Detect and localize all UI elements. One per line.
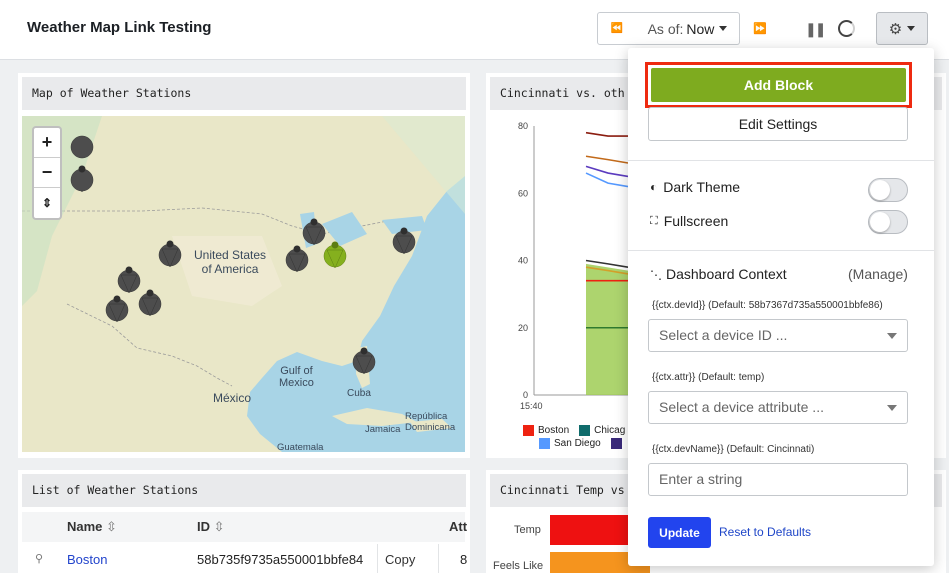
caret-down-icon xyxy=(907,26,916,31)
device-id-label: {{ctx.devId}} (Default: 58b7367d735a5500… xyxy=(652,300,883,311)
dark-theme-row: ◐ Dark Theme xyxy=(650,179,740,195)
y-tick-label: 20 xyxy=(518,323,528,333)
contrast-icon: ◐ xyxy=(650,180,658,194)
station-att: 8 xyxy=(460,552,468,567)
table-header: Name ⇳ ID ⇳ Att xyxy=(22,512,467,542)
rewind-icon: ⏪ xyxy=(610,23,624,34)
map-marker-icon[interactable] xyxy=(70,135,94,193)
y-tick-label: 0 xyxy=(523,390,528,400)
x-tick-label: 15:40 xyxy=(520,401,543,411)
bar-label-temp: Temp xyxy=(514,524,541,536)
line-chart: 0 20 40 60 80 15:40 xyxy=(518,121,629,411)
edit-settings-button[interactable]: Edit Settings xyxy=(648,107,908,141)
pause-icon[interactable]: ❚❚ xyxy=(805,21,827,38)
device-name-label: {{ctx.devName}} (Default: Cincinnati) xyxy=(652,444,815,455)
sort-icon: ⇳ xyxy=(213,519,225,534)
bar-label-feels-like: Feels Like xyxy=(493,560,544,572)
station-list-title: List of Weather Stations xyxy=(22,474,466,507)
station-link[interactable]: Boston xyxy=(67,552,107,567)
series-line xyxy=(585,155,629,164)
rewind-button[interactable]: ⏪ xyxy=(597,12,637,45)
device-id-placeholder: Select a device ID ... xyxy=(659,327,788,343)
sort-icon: ⇳ xyxy=(106,519,117,534)
as-of-dropdown[interactable]: As of: Now xyxy=(636,12,740,45)
attribute-label: {{ctx.attr}} (Default: temp) xyxy=(652,372,765,383)
column-header-id[interactable]: ID ⇳ xyxy=(197,519,225,535)
y-tick-label: 60 xyxy=(518,188,528,198)
map-markers xyxy=(70,135,416,375)
loading-spinner-icon xyxy=(838,20,855,37)
device-id-select[interactable]: Select a device ID ... xyxy=(648,319,908,352)
signal-icon: ⚲ xyxy=(35,553,44,565)
attribute-placeholder: Select a device attribute ... xyxy=(659,399,824,415)
divider xyxy=(628,250,934,251)
chevron-down-icon xyxy=(887,405,897,411)
fullscreen-label: Fullscreen xyxy=(663,213,729,229)
series-line xyxy=(585,165,629,178)
fast-forward-icon[interactable]: ⏩ xyxy=(753,22,767,35)
legend-item-boston: Boston xyxy=(538,425,570,436)
device-name-placeholder: Enter a string xyxy=(659,471,743,487)
legend-swatch xyxy=(539,438,550,449)
series-line xyxy=(585,131,628,137)
as-of-prefix: As of: xyxy=(647,20,684,37)
y-tick-label: 80 xyxy=(518,121,528,131)
settings-dropdown-menu: Add Block Edit Settings ◐ Dark Theme ⛶ F… xyxy=(628,48,934,566)
column-header-name[interactable]: Name ⇳ xyxy=(67,519,117,535)
context-icon: ⋱ xyxy=(650,268,662,282)
dashboard-context-title: ⋱ Dashboard Context xyxy=(650,266,787,282)
settings-button[interactable]: ⚙ xyxy=(876,12,928,45)
table-row: ⚲ Boston 58b735f9735a550001bbfe84 Copy 8 xyxy=(22,544,468,573)
fullscreen-toggle[interactable] xyxy=(868,210,908,234)
legend-swatch xyxy=(610,438,622,449)
attribute-select[interactable]: Select a device attribute ... xyxy=(648,391,908,424)
add-block-highlight: Add Block xyxy=(645,62,912,108)
reset-defaults-link[interactable]: Reset to Defaults xyxy=(719,525,811,539)
divider xyxy=(628,160,934,161)
dark-theme-label: Dark Theme xyxy=(663,179,741,195)
device-name-input[interactable]: Enter a string xyxy=(648,463,908,496)
copy-button[interactable]: Copy xyxy=(377,544,439,573)
as-of-value: Now xyxy=(686,20,715,37)
caret-down-icon xyxy=(719,26,728,31)
add-block-button[interactable]: Add Block xyxy=(651,68,906,102)
manage-link[interactable]: (Manage) xyxy=(848,266,908,282)
legend-item-chicago: Chicag xyxy=(594,425,626,436)
area-series xyxy=(586,263,628,395)
chevron-down-icon xyxy=(887,333,897,339)
legend-swatch xyxy=(523,425,534,436)
y-tick-label: 40 xyxy=(518,256,528,266)
station-id: 58b735f9735a550001bbfe84 xyxy=(197,552,364,567)
dark-theme-toggle[interactable] xyxy=(868,178,908,202)
update-button[interactable]: Update xyxy=(648,517,711,548)
column-header-att[interactable]: Att xyxy=(449,519,467,534)
legend-item-san-diego: San Diego xyxy=(554,438,601,449)
fullscreen-row: ⛶ Fullscreen xyxy=(650,213,728,229)
gear-icon: ⚙ xyxy=(888,20,903,38)
fullscreen-icon: ⛶ xyxy=(650,214,658,227)
legend-swatch xyxy=(579,425,591,436)
